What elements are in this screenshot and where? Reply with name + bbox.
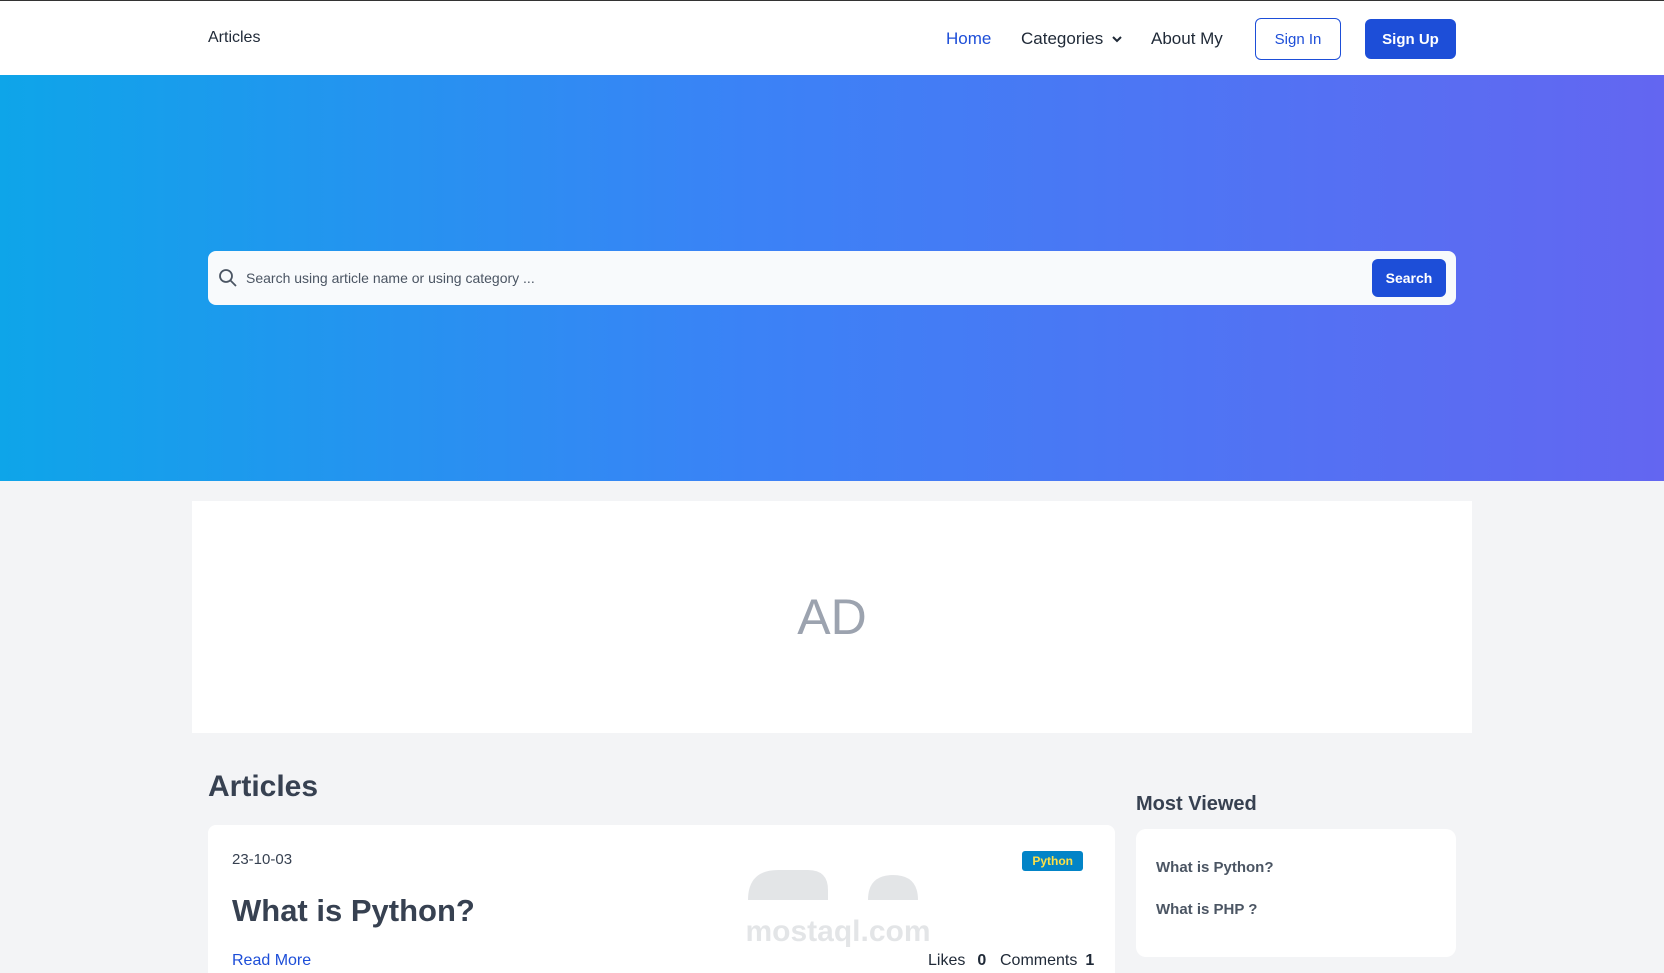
comments-count: 1 [1085,952,1095,969]
top-navbar: Articles Home Categories About My Sign I… [0,0,1664,75]
likes-counter[interactable]: Likes 0 [928,952,986,970]
chevron-down-icon [1112,36,1122,43]
brand-link[interactable]: Articles [208,29,260,47]
ad-banner: AD [192,501,1472,733]
likes-count: 0 [977,952,987,969]
most-viewed-item[interactable]: What is Python? [1156,859,1274,876]
nav-categories-label: Categories [1021,29,1104,48]
article-card: 23-10-03 Python mostaql.com What is Pyth… [208,825,1115,973]
nav-home[interactable]: Home [946,29,991,49]
nav-about[interactable]: About My [1151,29,1223,49]
likes-label: Likes [928,952,966,969]
ad-label: AD [797,589,867,645]
search-bar: Search [208,251,1456,305]
search-input[interactable] [246,261,1346,295]
most-viewed-heading: Most Viewed [1136,793,1257,815]
watermark-text: mostaql.com [745,915,931,948]
comments-label: Comments [1000,952,1078,969]
article-date: 23-10-03 [232,851,293,868]
category-tag[interactable]: Python [1022,851,1083,871]
articles-heading: Articles [208,770,319,803]
sign-in-button[interactable]: Sign In [1255,18,1341,60]
article-title[interactable]: What is Python? [232,893,475,929]
sign-up-button[interactable]: Sign Up [1365,19,1456,59]
most-viewed-item[interactable]: What is PHP ? [1156,901,1257,918]
most-viewed-list: What is Python? What is PHP ? [1136,829,1456,957]
hero-banner: Search [0,75,1664,481]
nav-categories[interactable]: Categories [1021,29,1123,49]
read-more-link[interactable]: Read More [232,952,311,970]
comments-counter[interactable]: Comments 1 [1000,952,1094,970]
search-icon [219,269,237,287]
search-button[interactable]: Search [1372,259,1446,297]
watermark-logo: mostaql.com [728,855,948,955]
watermark-icon [748,870,918,900]
